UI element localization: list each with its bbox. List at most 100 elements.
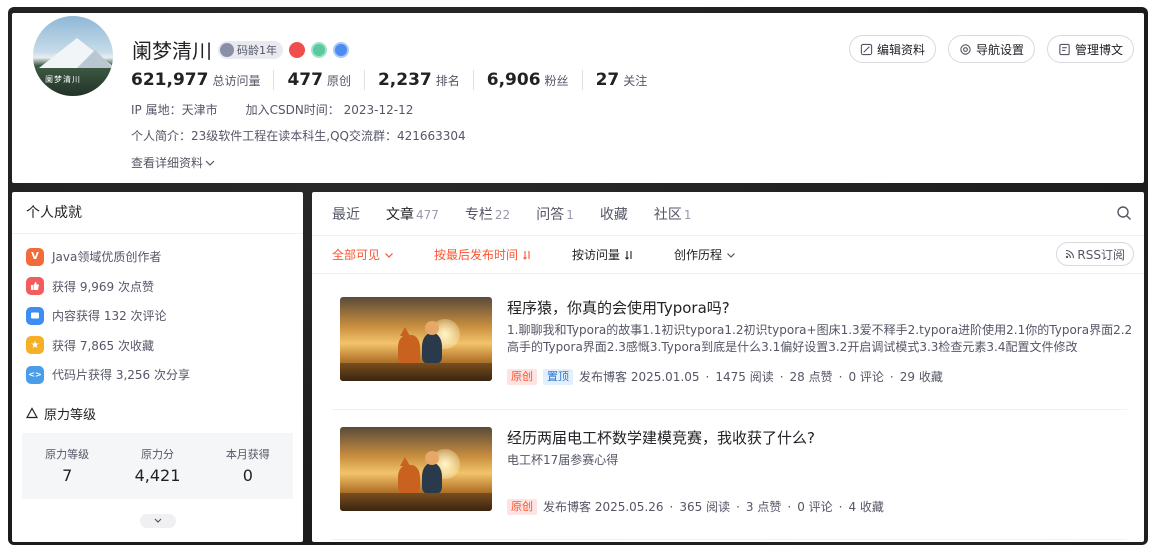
code-icon: <> — [26, 365, 44, 384]
article-meta: 原创 发布博客 2025.05.26 · 365 阅读 · 3 点赞 · 0 评… — [507, 498, 884, 515]
thumb-child — [422, 451, 442, 493]
sort-views-filter[interactable]: 按访问量 — [572, 246, 634, 263]
ip-location: IP 属地：天津市 — [131, 103, 218, 117]
manage-posts-button[interactable]: 管理博文 — [1046, 35, 1134, 63]
like-count: 28 点赞 — [789, 370, 833, 384]
stat-original[interactable]: 477 原创 — [273, 70, 364, 90]
meta-sep: · — [669, 499, 674, 514]
thumb-fox — [398, 327, 420, 365]
stat-label: 关注 — [623, 74, 648, 88]
thumb-grass — [340, 493, 492, 511]
achievements-panel: 个人成就 V Java领域优质创作者 获得 9,969 次点赞 内容获得 132… — [12, 192, 303, 542]
fav-count: 29 收藏 — [899, 370, 943, 384]
article-desc: 1.聊聊我和Typora的故事1.1初识typora1.2初识typora+图床… — [507, 323, 1133, 354]
sort-time-filter[interactable]: 按最后发布时间 — [434, 246, 532, 263]
visibility-filter[interactable]: 全部可见 — [332, 246, 394, 263]
tab-articles[interactable]: 文章 477 — [386, 204, 439, 224]
tab-qa[interactable]: 问答 1 — [536, 204, 574, 224]
tab-recent[interactable]: 最近 — [332, 204, 360, 224]
article-item[interactable]: 程序猿，你真的会使用Typora吗? 1.聊聊我和Typora的故事1.1初识t… — [332, 282, 1132, 410]
article-thumbnail[interactable] — [340, 427, 492, 511]
tab-count: 22 — [494, 207, 511, 222]
creator-badge-icon: V — [26, 247, 44, 266]
achievement-text: 内容获得 132 次评论 — [52, 309, 167, 324]
article-thumbnail[interactable] — [340, 297, 492, 381]
visibility-label: 全部可见 — [332, 248, 381, 262]
achievement-item: V Java领域优质创作者 — [26, 242, 303, 272]
verified-icon[interactable] — [311, 41, 327, 58]
stat-rank[interactable]: 2,237 排名 — [363, 70, 473, 90]
rss-icon — [1066, 249, 1075, 259]
score-stat-value: 4,421 — [134, 466, 181, 485]
history-filter[interactable]: 创作历程 — [674, 246, 736, 263]
article-meta: 原创 置顶 发布博客 2025.01.05 · 1475 阅读 · 28 点赞 … — [507, 368, 943, 385]
achievement-item: ★ 获得 7,865 次收藏 — [26, 331, 303, 361]
edit-profile-button[interactable]: 编辑资料 — [848, 35, 936, 63]
chevron-down-icon — [154, 518, 162, 523]
month-stat: 本月获得 0 — [203, 446, 293, 485]
medal-icon[interactable] — [289, 41, 305, 58]
meta-sep: · — [838, 499, 843, 514]
rss-label: RSS订阅 — [1077, 247, 1125, 262]
content-tabs: 最近 文章 477 专栏 22 问答 1 收藏 社区 1 — [312, 192, 1144, 236]
stat-value: 621,977 — [131, 70, 209, 90]
robot-icon — [220, 42, 234, 57]
gender-icon[interactable] — [333, 41, 349, 58]
header-buttons: 编辑资料 导航设置 管理博文 — [848, 35, 1134, 63]
stat-value: 2,237 — [377, 70, 432, 90]
achievement-text: 获得 9,969 次点赞 — [52, 279, 154, 294]
avatar[interactable]: 阑梦清川 — [30, 13, 116, 99]
filter-bar: 全部可见 按最后发布时间 按访问量 创作历程 RSS订阅 — [312, 236, 1144, 274]
article-item[interactable]: 经历两届电工杯数学建模竞赛，我收获了什么? 电工杯17届参赛心得 原创 发布博客… — [332, 412, 1127, 540]
tab-label: 专栏 — [464, 206, 493, 223]
stat-visits[interactable]: 621,977 总访问量 — [131, 70, 273, 90]
article-title[interactable]: 程序猿，你真的会使用Typora吗? — [507, 297, 730, 318]
level-title-label: 原力等级 — [44, 407, 97, 423]
meta-sep: · — [736, 499, 740, 514]
stat-fans[interactable]: 6,906 粉丝 — [472, 70, 582, 90]
stat-value: 27 — [595, 70, 620, 90]
article-title[interactable]: 经历两届电工杯数学建模竞赛，我收获了什么? — [507, 427, 815, 448]
tab-favorites[interactable]: 收藏 — [600, 204, 628, 224]
tab-label: 最近 — [332, 206, 360, 223]
tab-label: 社区 — [653, 206, 682, 223]
thumb-fox — [398, 457, 420, 495]
original-tag: 原创 — [507, 498, 537, 515]
stat-value: 477 — [287, 70, 323, 90]
meta-row: IP 属地：天津市 加入CSDN时间： 2023-12-12 — [131, 101, 413, 118]
search-icon[interactable] — [1116, 205, 1132, 221]
chevron-down-icon — [205, 160, 215, 166]
achievement-text: 代码片获得 3,256 次分享 — [52, 368, 190, 383]
nav-settings-label: 导航设置 — [975, 42, 1024, 57]
level-stat-value: 7 — [62, 466, 73, 485]
expand-button[interactable] — [140, 514, 176, 528]
code-age-badge[interactable]: 码龄1年 — [218, 40, 283, 59]
nav-settings-button[interactable]: 导航设置 — [947, 35, 1035, 63]
stat-following[interactable]: 27 关注 — [581, 70, 661, 90]
thumbs-up-icon — [26, 277, 44, 296]
stat-label: 粉丝 — [544, 74, 569, 88]
comment-count: 0 评论 — [797, 500, 833, 514]
meta-sep: · — [889, 369, 894, 384]
chevron-down-icon — [385, 252, 393, 258]
fav-count: 4 收藏 — [848, 500, 884, 514]
name-row: 阑梦清川 码龄1年 — [132, 35, 349, 64]
tab-label: 问答 — [536, 206, 565, 223]
article-desc: 电工杯17届参赛心得 — [507, 453, 619, 467]
content-panel: 最近 文章 477 专栏 22 问答 1 收藏 社区 1 全部可见 按最后发布时… — [312, 192, 1144, 542]
achievement-item: <> 代码片获得 3,256 次分享 — [26, 360, 303, 390]
manage-posts-label: 管理博文 — [1074, 42, 1123, 57]
tab-columns[interactable]: 专栏 22 — [465, 204, 510, 224]
tab-community[interactable]: 社区 1 — [654, 204, 692, 224]
triangle-icon — [26, 407, 38, 419]
stats-row: 621,977 总访问量 477 原创 2,237 排名 6,906 粉丝 27… — [131, 70, 660, 90]
bio: 个人简介：23级软件工程在读本科生,QQ交流群：421663304 — [131, 129, 466, 143]
achievements-title: 个人成就 — [12, 192, 303, 234]
read-count: 365 阅读 — [679, 500, 731, 514]
rss-button[interactable]: RSS订阅 — [1056, 242, 1134, 266]
tab-count: 1 — [566, 207, 574, 222]
pinned-tag: 置顶 — [543, 368, 573, 385]
avatar-mountain-shadow — [77, 50, 113, 68]
tab-label: 文章 — [386, 206, 414, 223]
view-details-link[interactable]: 查看详细资料 — [131, 154, 215, 171]
